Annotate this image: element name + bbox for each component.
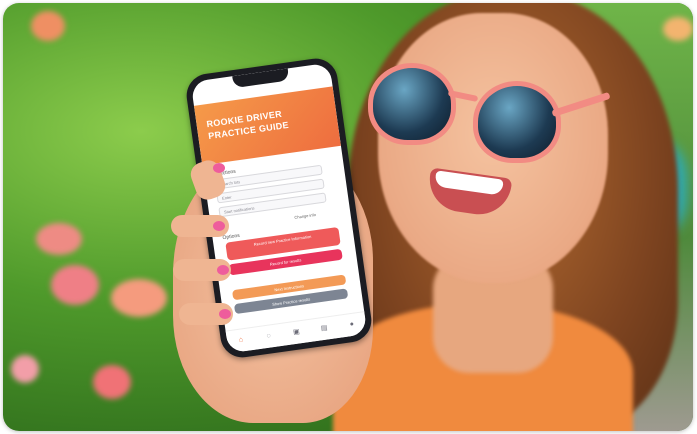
car-icon[interactable]: ◌ — [263, 331, 274, 342]
flower — [31, 11, 65, 41]
fingernail — [219, 309, 231, 319]
fingernail — [213, 163, 225, 173]
calendar-icon[interactable]: ▤ — [319, 323, 330, 334]
photo-frame: ROOKIE DRIVER PRACTICE GUIDE Directions … — [3, 3, 693, 431]
guide-icon[interactable]: ▣ — [291, 327, 302, 338]
home-icon[interactable]: ⌂ — [235, 335, 246, 346]
sunglasses-left-lens — [368, 63, 456, 145]
flower — [93, 365, 131, 399]
photo-scene: ROOKIE DRIVER PRACTICE GUIDE Directions … — [3, 3, 693, 431]
flower — [36, 223, 82, 255]
fingernail — [213, 221, 225, 231]
flower — [11, 355, 39, 383]
flower — [51, 265, 99, 305]
fingernail — [217, 265, 229, 275]
flower — [663, 17, 693, 41]
change-info-link[interactable]: Change info — [294, 212, 316, 220]
phone-notch — [232, 68, 290, 89]
flower — [111, 279, 167, 317]
app-title-banner: ROOKIE DRIVER PRACTICE GUIDE — [193, 86, 341, 166]
sunglasses-right-lens — [473, 81, 561, 163]
profile-icon[interactable]: ● — [346, 319, 357, 330]
